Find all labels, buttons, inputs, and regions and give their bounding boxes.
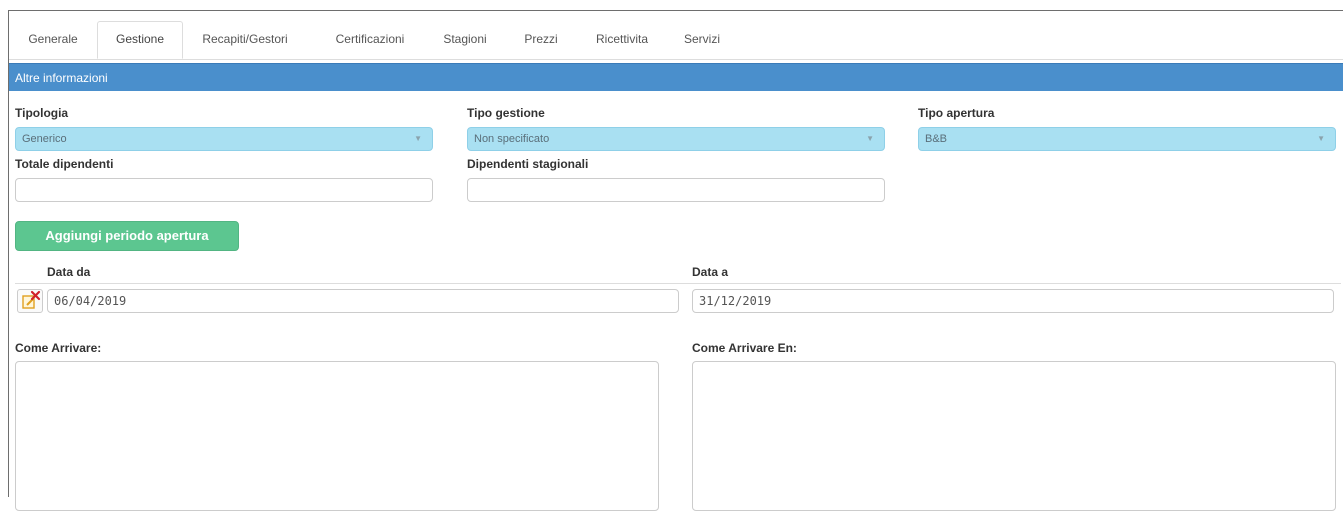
tipologia-select[interactable]: Generico ▼ bbox=[15, 127, 433, 151]
come-arrivare-en-textarea[interactable] bbox=[692, 361, 1336, 511]
dipendenti-stagionali-label: Dipendenti stagionali bbox=[467, 157, 589, 171]
totale-dipendenti-input[interactable] bbox=[15, 178, 433, 202]
tipo-apertura-label: Tipo apertura bbox=[918, 106, 995, 120]
caret-down-icon: ▼ bbox=[414, 134, 422, 143]
data-a-input[interactable]: 31/12/2019 bbox=[692, 289, 1334, 313]
tipo-apertura-select[interactable]: B&B ▼ bbox=[918, 127, 1336, 151]
tipologia-label: Tipologia bbox=[15, 106, 69, 120]
tipo-gestione-value: Non specificato bbox=[474, 133, 550, 145]
add-period-button[interactable]: Aggiungi periodo apertura bbox=[15, 221, 239, 251]
form-panel: Generale Gestione Recapiti/Gestori Certi… bbox=[8, 10, 1343, 511]
come-arrivare-label: Come Arrivare: bbox=[15, 341, 102, 355]
data-da-header: Data da bbox=[47, 265, 91, 279]
section-header: Altre informazioni bbox=[9, 63, 1343, 91]
caret-down-icon: ▼ bbox=[1317, 134, 1325, 143]
tipo-gestione-select[interactable]: Non specificato ▼ bbox=[467, 127, 885, 151]
table-divider bbox=[15, 283, 1341, 284]
tab-ricettivita[interactable]: Ricettivita bbox=[581, 22, 663, 58]
edit-delete-icon[interactable] bbox=[17, 289, 43, 313]
tab-prezzi[interactable]: Prezzi bbox=[509, 22, 573, 58]
dipendenti-stagionali-input[interactable] bbox=[467, 178, 885, 202]
come-arrivare-en-label: Come Arrivare En: bbox=[692, 341, 797, 355]
tab-gestione[interactable]: Gestione bbox=[97, 21, 183, 59]
tab-generale[interactable]: Generale bbox=[13, 22, 93, 58]
tipo-apertura-value: B&B bbox=[925, 133, 948, 145]
tab-stagioni[interactable]: Stagioni bbox=[432, 22, 498, 58]
tipo-gestione-label: Tipo gestione bbox=[467, 106, 545, 120]
tab-recapiti-gestori[interactable]: Recapiti/Gestori bbox=[189, 22, 301, 58]
tab-certificazioni[interactable]: Certificazioni bbox=[314, 22, 426, 58]
tab-servizi[interactable]: Servizi bbox=[669, 22, 735, 58]
data-da-input[interactable]: 06/04/2019 bbox=[47, 289, 679, 313]
data-a-header: Data a bbox=[692, 265, 729, 279]
come-arrivare-textarea[interactable] bbox=[15, 361, 659, 511]
tab-bar: Generale Gestione Recapiti/Gestori Certi… bbox=[9, 19, 1343, 60]
caret-down-icon: ▼ bbox=[866, 134, 874, 143]
totale-dipendenti-label: Totale dipendenti bbox=[15, 157, 114, 171]
tipologia-value: Generico bbox=[22, 133, 67, 145]
